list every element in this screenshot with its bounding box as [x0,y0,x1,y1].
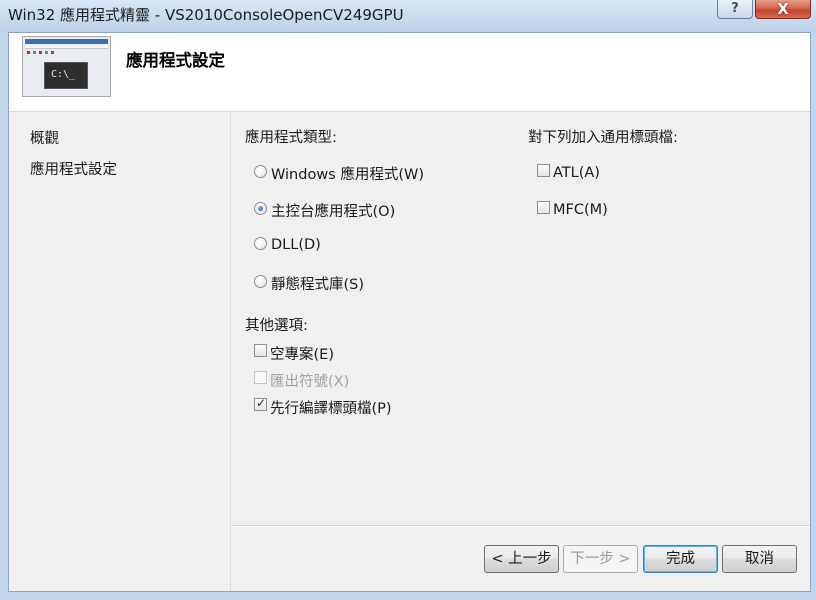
common-headers-label: 對下列加入通用標頭檔: [528,130,678,146]
finish-button[interactable]: 完成 [643,545,718,573]
radio-label: DLL(D) [271,237,321,253]
title-bar[interactable]: Win32 應用程式精靈 - VS2010ConsoleOpenCV249GPU… [0,0,816,32]
wizard-footer: < 上一步 下一步 > 完成 取消 [232,527,810,591]
close-icon: X [777,0,789,18]
radio-indicator[interactable] [254,202,267,215]
help-button[interactable]: ? [717,0,753,19]
radio-indicator[interactable] [254,236,267,250]
radio-label: 主控台應用程式(O) [271,204,396,220]
console-app-banner-image: C:\_ [22,36,111,97]
radio-indicator[interactable] [254,275,267,288]
other-options-label: 其他選項: [245,318,308,334]
checkbox-label: 匯出符號(X) [270,374,350,390]
checkbox-empty-project[interactable]: 空專案(E) [254,343,334,364]
window-frame-left [0,32,8,600]
checkbox-atl[interactable]: ATL(A) [537,163,600,181]
radio-indicator[interactable] [254,165,267,178]
nav-item-overview[interactable]: 概觀 [30,127,59,148]
window-frame-right [811,32,816,600]
wizard-nav: 概觀 應用程式設定 [9,112,231,591]
cancel-button[interactable]: 取消 [722,545,797,573]
settings-panel: 應用程式類型: Windows 應用程式(W) 主控台應用程式(O) DLL(D… [232,112,810,525]
back-button[interactable]: < 上一步 [484,545,559,573]
checkbox-indicator[interactable] [254,396,267,411]
wizard-header: C:\_ 應用程式設定 [9,33,810,112]
console-icon: C:\_ [44,62,88,89]
radio-label: Windows 應用程式(W) [271,167,424,183]
help-icon: ? [731,1,739,16]
page-title: 應用程式設定 [126,51,225,70]
checkbox-indicator[interactable] [537,163,550,177]
nav-item-app-settings[interactable]: 應用程式設定 [30,158,117,179]
close-button[interactable]: X [755,0,811,19]
checkbox-label: MFC(M) [553,202,608,218]
wizard-client-area: C:\_ 應用程式設定 概觀 應用程式設定 應用程式類型: Windows 應用… [8,32,811,592]
radio-console-app[interactable]: 主控台應用程式(O) [254,200,395,221]
window-title: Win32 應用程式精靈 - VS2010ConsoleOpenCV249GPU [8,6,404,24]
radio-static-library[interactable]: 靜態程式庫(S) [254,273,364,294]
next-button: 下一步 > [563,545,638,573]
window-frame-bottom [0,592,816,600]
checkbox-precompiled-header[interactable]: 先行編譯標頭檔(P) [254,396,392,418]
radio-label: 靜態程式庫(S) [271,277,365,293]
radio-dll[interactable]: DLL(D) [254,236,321,253]
checkbox-label: ATL(A) [553,165,600,181]
checkbox-mfc[interactable]: MFC(M) [537,200,608,218]
checkbox-export-symbols: 匯出符號(X) [254,370,349,391]
checkbox-label: 先行編譯標頭檔(P) [270,401,392,417]
checkbox-indicator [254,371,267,384]
app-type-label: 應用程式類型: [245,130,337,146]
checkbox-indicator[interactable] [254,344,267,357]
radio-windows-app[interactable]: Windows 應用程式(W) [254,163,424,184]
checkbox-indicator[interactable] [537,200,550,214]
checkbox-label: 空專案(E) [270,347,334,363]
